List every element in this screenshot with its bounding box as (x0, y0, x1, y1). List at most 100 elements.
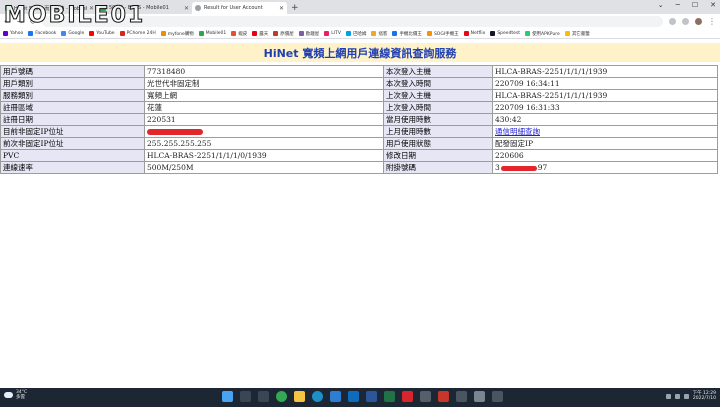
bookmark-item[interactable]: 露天 (252, 31, 268, 37)
close-window-icon[interactable]: ✕ (710, 1, 716, 9)
field-label: 上次登入主機 (384, 90, 492, 101)
field-value: 220709 16:31:33 (493, 102, 717, 113)
field-label: 上次登入時間 (384, 102, 492, 113)
bookmark-label: Netflix (470, 31, 486, 36)
mail-icon[interactable] (348, 391, 359, 402)
word-icon[interactable] (366, 391, 377, 402)
chrome-icon[interactable] (276, 391, 287, 402)
bookmark-item[interactable]: Yahoo (3, 31, 23, 36)
bookmark-item[interactable]: 原價屋 (273, 31, 294, 37)
field-label: 註冊區域 (1, 102, 144, 113)
bookmark-label: 原價屋 (280, 31, 294, 37)
field-label: 本次登入主機 (384, 66, 492, 77)
field-value: 220606 (493, 150, 717, 161)
bookmark-item[interactable]: SOGI手機王 (426, 31, 459, 37)
bookmark-label: Speedtest (497, 31, 521, 36)
network-icon[interactable] (674, 393, 680, 399)
bookmark-label: YouTube (96, 31, 115, 36)
bookmark-item[interactable]: 手機比價王 (392, 31, 422, 37)
bookmark-item[interactable]: Facebook (28, 31, 56, 36)
new-tab-icon[interactable]: + (291, 3, 299, 13)
acrobat-icon[interactable] (402, 391, 413, 402)
excel-icon[interactable] (384, 391, 395, 402)
bookmark-item[interactable]: myfone購物 (160, 31, 194, 37)
close-tab-icon[interactable]: ✕ (184, 5, 189, 12)
task-view-icon[interactable] (258, 391, 269, 402)
bookmark-label: SOGI手機王 (433, 31, 459, 37)
table-row: 用戶號碼 77318480 本次登入主機 HLCA-BRAS-2251/1/1/1/1… (1, 66, 717, 77)
bookmark-label: 手機比價王 (399, 31, 422, 37)
bookmark-item[interactable]: 痞客 (371, 31, 387, 37)
volume-icon[interactable] (683, 393, 689, 399)
browser-window: Hinet 500M 而速開箱 - Mobile01 ✕ 500M - BRAS… (0, 0, 720, 388)
bookmark-label: LITV (331, 31, 341, 36)
chevron-down-icon[interactable]: ⌄ (658, 1, 664, 9)
bookmark-favicon-icon (345, 31, 351, 36)
bookmark-item[interactable]: 使用APKPure (525, 31, 560, 37)
bookmark-item[interactable]: 其它書籤 (564, 31, 590, 37)
field-value: 255.255.255.255 (145, 138, 383, 149)
bookmark-item[interactable]: Netflix (463, 31, 486, 36)
app-icon[interactable] (492, 391, 503, 402)
bookmark-item[interactable]: 蝦皮 (231, 31, 247, 37)
app-icon[interactable] (420, 391, 431, 402)
bookmark-item[interactable]: Mobile01 (198, 31, 227, 36)
call-detail-link[interactable]: 通信明細查詢 (495, 127, 540, 136)
menu-dots-icon[interactable]: ⋮ (708, 17, 716, 26)
field-label: 當月使用時數 (384, 114, 492, 125)
number-prefix: 3 (495, 163, 500, 172)
field-value: 配發固定IP (493, 138, 717, 149)
field-label: 本次登入時間 (384, 78, 492, 89)
bookmark-item[interactable]: Speedtest (490, 31, 520, 36)
app-icon[interactable] (456, 391, 467, 402)
bookmarks-bar: Yahoo Facebook Google YouTube PChome 24H myfo… (0, 29, 720, 39)
bookmark-favicon-icon (198, 31, 204, 36)
bookmark-label: 露天 (259, 31, 269, 37)
close-tab-icon[interactable]: ✕ (279, 5, 284, 12)
bookmark-favicon-icon (231, 31, 237, 36)
bookmark-label: Mobile01 (205, 31, 227, 36)
bookmark-label: Yahoo (10, 31, 24, 36)
extension-icon[interactable] (669, 18, 676, 25)
bookmark-item[interactable]: 巴哈姆 (345, 31, 367, 37)
minimize-icon[interactable]: ─ (676, 1, 680, 9)
field-value: 寬頻上網 (145, 90, 383, 101)
bookmark-item[interactable]: 歐趣屋 (298, 31, 319, 37)
field-label: 連線速率 (1, 162, 144, 173)
weather-widget[interactable]: 34°C 多雲 (4, 390, 27, 400)
bookmark-label: 其它書籤 (571, 31, 590, 37)
bookmark-item[interactable]: Google (61, 31, 84, 36)
bookmark-favicon-icon (463, 31, 469, 36)
edge-icon[interactable] (312, 391, 323, 402)
avatar[interactable] (695, 18, 702, 25)
tab-user-account[interactable]: Result for User Account ✕ (192, 2, 287, 14)
bookmark-label: myfone購物 (167, 31, 194, 37)
bookmark-item[interactable]: PChome 24H (119, 31, 156, 36)
number-suffix: 97 (537, 163, 548, 172)
store-icon[interactable] (330, 391, 341, 402)
maximize-icon[interactable]: ☐ (692, 1, 698, 9)
bookmark-favicon-icon (160, 31, 166, 36)
table-row: 用戶類別 光世代非固定制 本次登入時間 220709 16:34:11 (1, 78, 717, 89)
puzzle-icon[interactable] (682, 18, 689, 25)
redaction-mark (500, 165, 537, 171)
app-icon[interactable] (474, 391, 485, 402)
file-explorer-icon[interactable] (294, 391, 305, 402)
field-label: 上月使用時數 (384, 126, 492, 137)
bookmark-item[interactable]: YouTube (89, 31, 115, 36)
bookmark-favicon-icon (324, 31, 330, 36)
start-icon[interactable] (222, 391, 233, 402)
bookmark-favicon-icon (564, 31, 570, 36)
bookmark-label: PChome 24H (126, 31, 156, 36)
search-icon[interactable] (240, 391, 251, 402)
app-icon[interactable] (438, 391, 449, 402)
cloud-icon (4, 392, 13, 398)
bookmark-label: Google (68, 31, 85, 36)
account-info-table: 用戶號碼 77318480 本次登入主機 HLCA-BRAS-2251/1/1/1/1… (0, 65, 718, 174)
clock[interactable]: 下午 12:29 2022/7/10 (693, 391, 716, 401)
table-row: 註冊區域 花蓮 上次登入時間 220709 16:31:33 (1, 102, 717, 113)
chevron-up-icon[interactable] (665, 393, 671, 399)
bookmark-label: 巴哈姆 (352, 31, 367, 37)
bookmark-favicon-icon (273, 31, 279, 36)
bookmark-item[interactable]: LITV (324, 31, 341, 36)
